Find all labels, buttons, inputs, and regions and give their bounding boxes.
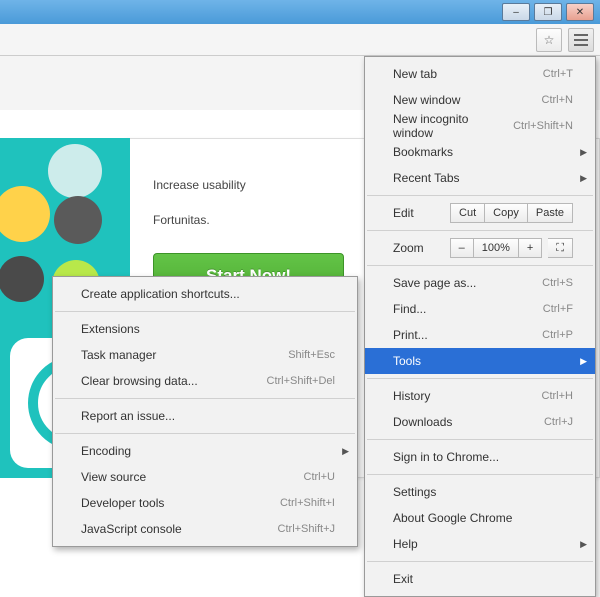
chevron-right-icon: ▶ (580, 539, 587, 550)
menu-save-page[interactable]: Save page as...Ctrl+S (365, 270, 595, 296)
submenu-devtools[interactable]: Developer toolsCtrl+Shift+I (53, 490, 357, 516)
menu-bookmarks[interactable]: Bookmarks▶ (365, 139, 595, 165)
decor-bubble (48, 144, 102, 198)
menu-separator (55, 311, 355, 312)
submenu-extensions[interactable]: Extensions (53, 316, 357, 342)
submenu-task-manager[interactable]: Task managerShift+Esc (53, 342, 357, 368)
submenu-encoding[interactable]: Encoding▶ (53, 438, 357, 464)
cut-button[interactable]: Cut (450, 203, 485, 223)
menu-history[interactable]: HistoryCtrl+H (365, 383, 595, 409)
submenu-clear-data[interactable]: Clear browsing data...Ctrl+Shift+Del (53, 368, 357, 394)
menu-find[interactable]: Find...Ctrl+F (365, 296, 595, 322)
menu-edit-row: Edit Cut Copy Paste (365, 200, 595, 226)
submenu-create-shortcuts[interactable]: Create application shortcuts... (53, 281, 357, 307)
chrome-menu-button[interactable] (568, 28, 594, 52)
minimize-button[interactable]: – (502, 3, 530, 21)
headline-line2: Fortunitas. (153, 213, 210, 227)
menu-settings[interactable]: Settings (365, 479, 595, 505)
menu-separator (367, 439, 593, 440)
zoom-out-button[interactable]: – (450, 238, 474, 258)
paste-button[interactable]: Paste (528, 203, 573, 223)
chevron-right-icon: ▶ (342, 446, 349, 457)
menu-separator (55, 398, 355, 399)
menu-incognito[interactable]: New incognito windowCtrl+Shift+N (365, 113, 595, 139)
submenu-view-source[interactable]: View sourceCtrl+U (53, 464, 357, 490)
hamburger-icon (574, 34, 588, 46)
close-button[interactable]: ✕ (566, 3, 594, 21)
chrome-main-menu: New tabCtrl+T New windowCtrl+N New incog… (364, 56, 596, 597)
menu-signin[interactable]: Sign in to Chrome... (365, 444, 595, 470)
window-titlebar: – ❐ ✕ (0, 0, 600, 24)
menu-new-window[interactable]: New windowCtrl+N (365, 87, 595, 113)
menu-zoom-row: Zoom – 100% + ⛶ (365, 235, 595, 261)
menu-downloads[interactable]: DownloadsCtrl+J (365, 409, 595, 435)
menu-separator (367, 561, 593, 562)
zoom-in-button[interactable]: + (519, 238, 542, 258)
zoom-value: 100% (474, 238, 519, 258)
tools-submenu: Create application shortcuts... Extensio… (52, 276, 358, 547)
menu-separator (367, 265, 593, 266)
copy-button[interactable]: Copy (485, 203, 528, 223)
menu-about[interactable]: About Google Chrome (365, 505, 595, 531)
bookmark-star-icon[interactable]: ☆ (536, 28, 562, 52)
submenu-report-issue[interactable]: Report an issue... (53, 403, 357, 429)
menu-separator (55, 433, 355, 434)
fullscreen-button[interactable]: ⛶ (548, 238, 573, 258)
maximize-button[interactable]: ❐ (534, 3, 562, 21)
menu-separator (367, 230, 593, 231)
menu-recent-tabs[interactable]: Recent Tabs▶ (365, 165, 595, 191)
chevron-right-icon: ▶ (580, 147, 587, 158)
menu-separator (367, 195, 593, 196)
chevron-right-icon: ▶ (580, 173, 587, 184)
menu-separator (367, 474, 593, 475)
chevron-right-icon: ▶ (580, 356, 587, 367)
menu-new-tab[interactable]: New tabCtrl+T (365, 61, 595, 87)
menu-exit[interactable]: Exit (365, 566, 595, 592)
menu-separator (367, 378, 593, 379)
thumbs-up-icon (0, 186, 50, 242)
browser-toolbar: ☆ (0, 24, 600, 56)
menu-tools[interactable]: Tools▶ (365, 348, 595, 374)
menu-print[interactable]: Print...Ctrl+P (365, 322, 595, 348)
decor-bubble (54, 196, 102, 244)
menu-help[interactable]: Help▶ (365, 531, 595, 557)
decor-bubble (0, 256, 44, 302)
submenu-js-console[interactable]: JavaScript consoleCtrl+Shift+J (53, 516, 357, 542)
headline-line1: Increase usability (153, 178, 246, 192)
